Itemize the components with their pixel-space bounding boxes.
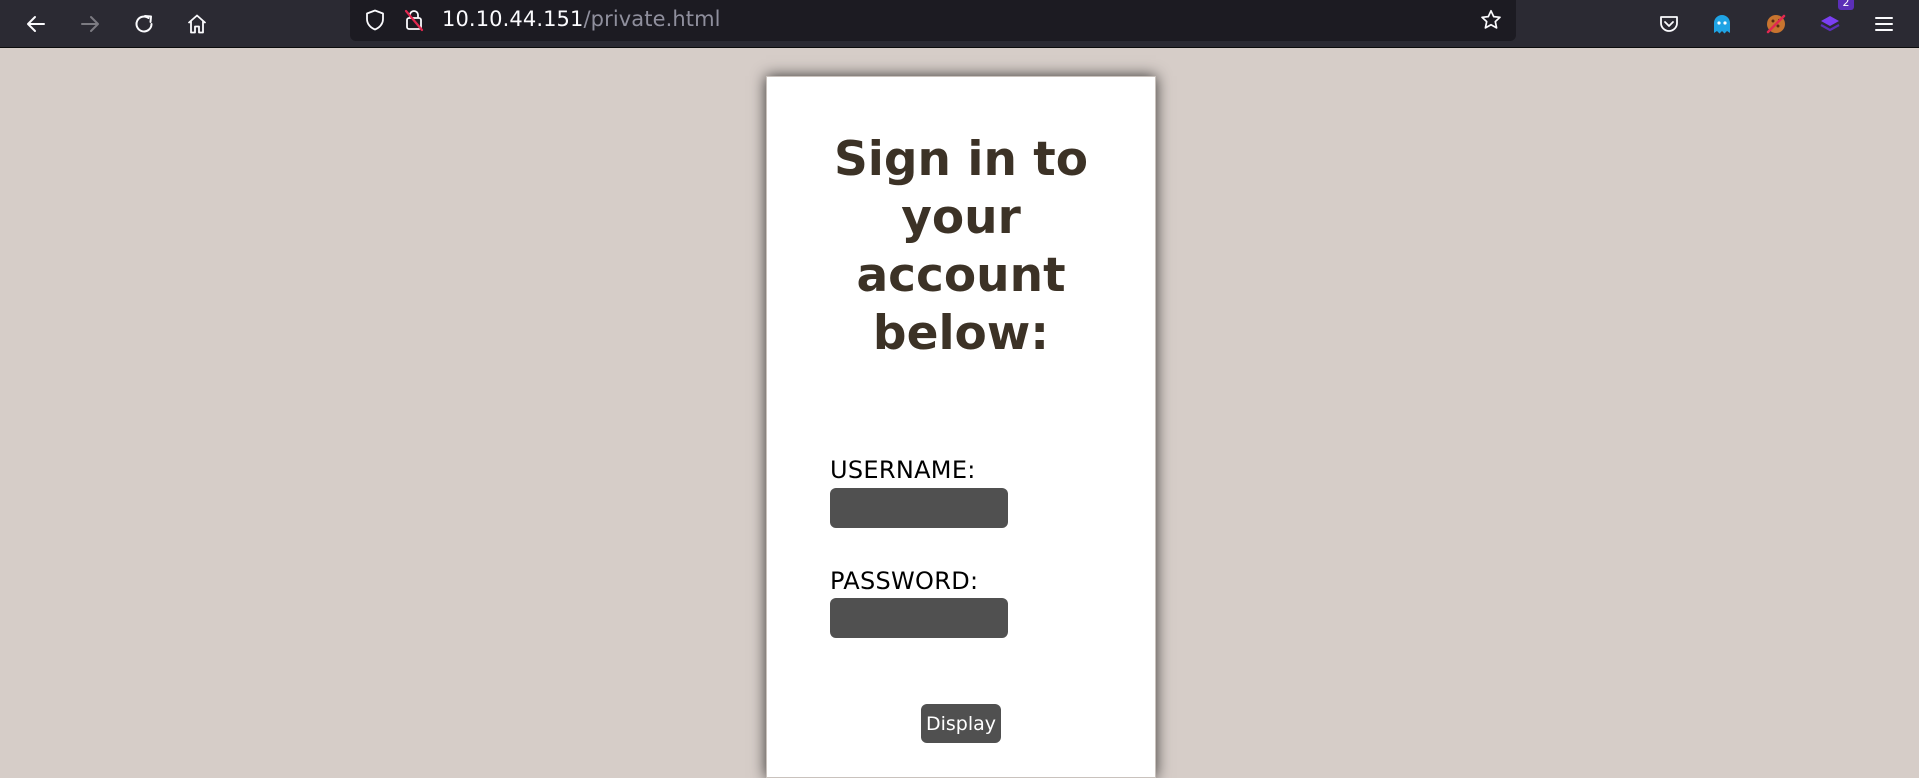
url-bar[interactable]: 10.10.44.151/private.html: [350, 0, 1516, 41]
url-text[interactable]: 10.10.44.151/private.html: [442, 7, 721, 31]
back-button[interactable]: [16, 4, 56, 44]
display-button[interactable]: Display: [921, 704, 1001, 743]
hamburger-menu-icon: [1875, 17, 1893, 31]
cookie-extension-button[interactable]: [1756, 4, 1796, 44]
ghost-icon: [1714, 15, 1730, 34]
insecure-lock-icon[interactable]: [402, 8, 426, 32]
home-icon: [187, 14, 207, 34]
extension-stack-button[interactable]: 2: [1810, 0, 1854, 44]
home-button[interactable]: [177, 4, 217, 44]
page-title: Sign in to your account below:: [833, 132, 1089, 361]
pocket-button[interactable]: [1649, 4, 1689, 44]
pocket-icon: [1660, 16, 1678, 32]
browser-toolbar: 10.10.44.151/private.html 2: [0, 0, 1919, 48]
username-label: USERNAME:: [830, 456, 976, 484]
shield-icon[interactable]: [363, 8, 387, 32]
login-card: Sign in to your account below: USERNAME:…: [766, 76, 1156, 778]
extension-badge-count: 2: [1838, 0, 1854, 10]
forward-button[interactable]: [70, 4, 110, 44]
ghostery-extension-button[interactable]: [1702, 4, 1742, 44]
password-label: PASSWORD:: [830, 567, 979, 595]
cookie-icon: [1766, 14, 1786, 34]
back-arrow-icon: [27, 16, 45, 32]
reload-icon: [135, 15, 153, 33]
star-icon[interactable]: [1479, 8, 1503, 32]
username-input[interactable]: [830, 488, 1008, 528]
purple-stack-icon: [1820, 16, 1840, 32]
app-menu-button[interactable]: [1864, 4, 1904, 44]
reload-button[interactable]: [124, 4, 164, 44]
password-input[interactable]: [830, 598, 1008, 638]
url-path: /private.html: [583, 7, 721, 31]
forward-arrow-icon: [81, 16, 99, 32]
url-host: 10.10.44.151: [442, 7, 584, 31]
